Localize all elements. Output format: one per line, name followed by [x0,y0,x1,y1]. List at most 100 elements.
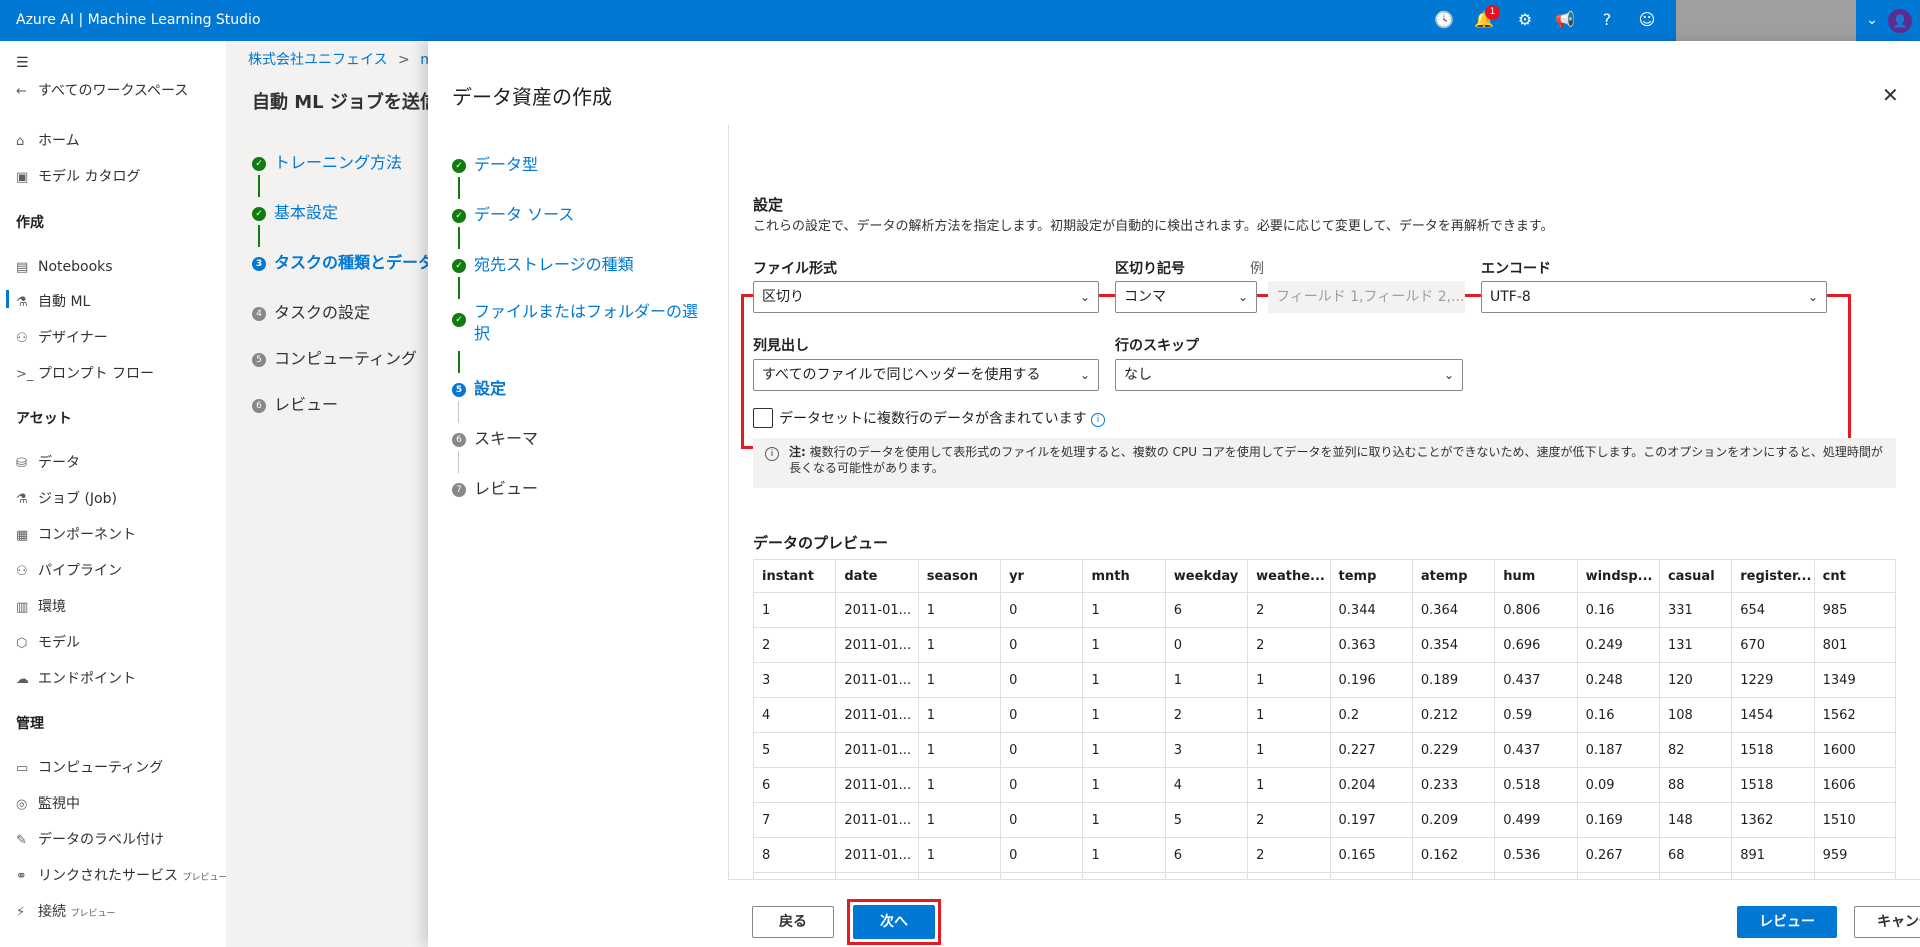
smiley-icon[interactable]: ☺ [1637,10,1657,30]
header-dropdown[interactable]: すべてのファイルで同じヘッダーを使用する ⌄ [753,359,1099,391]
nav-prompt-flow[interactable]: >_ プロンプト フロー [16,362,154,386]
table-cell: 670 [1731,627,1815,663]
encoding-dropdown[interactable]: UTF-8 ⌄ [1481,281,1827,313]
nav-monitoring[interactable]: ◎ 監視中 [16,792,80,816]
settings-description: これらの設定で、データの解析方法を指定します。初期設定が自動的に検出されます。必… [753,219,1554,234]
step-connector [458,177,460,199]
bg-step-4[interactable]: 4 タスクの設定 [252,299,370,323]
chevron-down-icon[interactable]: ⌄ [1856,0,1888,41]
nav-data-labeling[interactable]: ✎ データのラベル付け [16,828,164,852]
column-header[interactable]: weekday [1164,559,1249,593]
step-data-source[interactable]: ✓ データ ソース [452,201,574,225]
table-cell: 0 [1000,627,1084,663]
nav-designer[interactable]: ⚇ デザイナー [16,326,108,350]
review-button[interactable]: レビュー [1737,906,1837,938]
step-label: スキーマ [474,429,539,448]
table-cell: 1 [1082,592,1166,628]
nav-pipelines[interactable]: ⚇ パイプライン [16,559,122,583]
column-header[interactable]: casual [1658,559,1733,593]
gear-icon[interactable]: ⚙ [1515,10,1535,30]
bg-step-label: レビュー [274,395,339,414]
column-header[interactable]: instant [752,559,837,593]
multiline-label[interactable]: データセットに複数行のデータが含まれています i [779,408,1106,428]
megaphone-icon[interactable]: 📢 [1555,10,1575,30]
breadcrumb-workspace[interactable]: 株式会社ユニフェイス [248,52,388,68]
panel-title: データ資産の作成 [452,85,612,109]
nav-models[interactable]: ⬡ モデル [16,631,80,655]
column-header[interactable]: season [917,559,1002,593]
column-header[interactable]: temp [1329,559,1413,593]
help-icon[interactable]: ? [1597,10,1617,30]
bg-step-1[interactable]: ✓ トレーニング方法 [252,149,402,173]
table-cell: 108 [1658,697,1733,733]
info-icon[interactable]: i [1091,413,1106,427]
step-number: 3 [252,256,266,271]
table-cell: 82 [1658,732,1733,768]
column-header[interactable]: windsp... [1576,559,1660,593]
nav-environments[interactable]: ▥ 環境 [16,595,66,619]
close-icon[interactable]: ✕ [1882,83,1899,107]
table-cell: 0.204 [1329,767,1413,803]
bg-step-2[interactable]: ✓ 基本設定 [252,199,338,223]
step-review[interactable]: 7 レビュー [452,475,538,499]
breadcrumb[interactable]: 株式会社ユニフェイス > m [248,49,434,69]
step-schema[interactable]: 6 スキーマ [452,425,538,449]
column-header[interactable]: register... [1731,559,1815,593]
nav-endpoints[interactable]: ☁ エンドポイント [16,667,136,691]
nav-linked-services[interactable]: ⚭ リンクされたサービス プレビュー [16,864,227,888]
settings-heading: 設定 [753,196,784,214]
column-header[interactable]: weathe... [1247,559,1331,593]
nav-automl[interactable]: ⚗ 自動 ML [16,290,90,314]
table-row: 5 2011-01... 1 0 1 3 1 0.227 0.229 0.437 0.187 82 15… [752,732,1897,768]
step-file-select[interactable]: ✓ ファイルまたはフォルダーの選択 [452,301,702,345]
nav-components[interactable]: ▦ コンポーネント [16,523,136,547]
column-header[interactable]: atemp [1411,559,1496,593]
next-button[interactable]: 次へ [853,905,935,939]
chevron-down-icon: ⌄ [1807,290,1818,304]
table-cell: 131 [1658,627,1733,663]
nav-back[interactable]: ← すべてのワークスペース [16,79,188,103]
nav-notebooks[interactable]: ▤ Notebooks [16,255,113,279]
table-row: 4 2011-01... 1 0 1 2 1 0.2 0.212 0.59 0.16 108 1454 1… [752,697,1897,733]
nav-home[interactable]: ⌂ ホーム [16,129,80,153]
app-title[interactable]: Azure AI | Machine Learning Studio [16,12,261,28]
nav-notebooks-label: Notebooks [38,259,113,275]
bg-step-5[interactable]: 5 コンピューティング [252,345,417,369]
clock-icon[interactable]: 🕓 [1434,10,1454,30]
column-header[interactable]: date [835,559,919,593]
file-format-dropdown[interactable]: 区切り ⌄ [753,281,1099,313]
step-settings[interactable]: 5 設定 [452,375,506,399]
back-button[interactable]: 戻る [752,906,834,938]
table-cell: 0.536 [1494,837,1578,873]
nav-model-catalog[interactable]: ▣ モデル カタログ [16,165,140,189]
column-header[interactable]: mnth [1082,559,1166,593]
multiline-checkbox[interactable] [753,408,773,428]
chevron-down-icon: ⌄ [1237,290,1248,304]
hamburger-icon[interactable]: ☰ [16,51,29,75]
account-info[interactable] [1676,0,1856,41]
skip-rows-dropdown[interactable]: なし ⌄ [1115,359,1463,391]
preview-table: instant date season yr mnth weekday weathe... t… [752,559,1897,908]
delimiter-dropdown[interactable]: コンマ ⌄ [1115,281,1257,313]
nav-compute[interactable]: ▭ コンピューティング [16,756,163,780]
step-storage-type[interactable]: ✓ 宛先ストレージの種類 [452,251,634,275]
nav-data[interactable]: ⛁ データ [16,451,80,475]
bg-step-6[interactable]: 6 レビュー [252,391,338,415]
table-cell: 2 [1247,837,1331,873]
bg-step-3[interactable]: 3 タスクの種類とデータ [252,249,428,273]
table-row: 7 2011-01... 1 0 1 5 2 0.197 0.209 0.499 0.169 148 1… [752,802,1897,838]
column-header[interactable]: yr [1000,559,1084,593]
column-header[interactable]: hum [1494,559,1578,593]
step-connector [458,227,460,249]
encoding-label: エンコード [1481,261,1551,277]
column-header[interactable]: cnt [1813,559,1897,593]
info-icon: i [765,447,779,461]
table-cell: 1 [917,662,1002,698]
table-cell: 0.363 [1329,627,1413,663]
avatar[interactable]: 👤 [1888,9,1912,33]
note-bold: 注: [789,445,806,459]
nav-connections[interactable]: ⚡ 接続 プレビュー [16,900,115,924]
nav-jobs[interactable]: ⚗ ジョブ (Job) [16,487,117,511]
step-data-type[interactable]: ✓ データ型 [452,151,538,175]
cancel-button[interactable]: キャンセル [1854,906,1920,938]
